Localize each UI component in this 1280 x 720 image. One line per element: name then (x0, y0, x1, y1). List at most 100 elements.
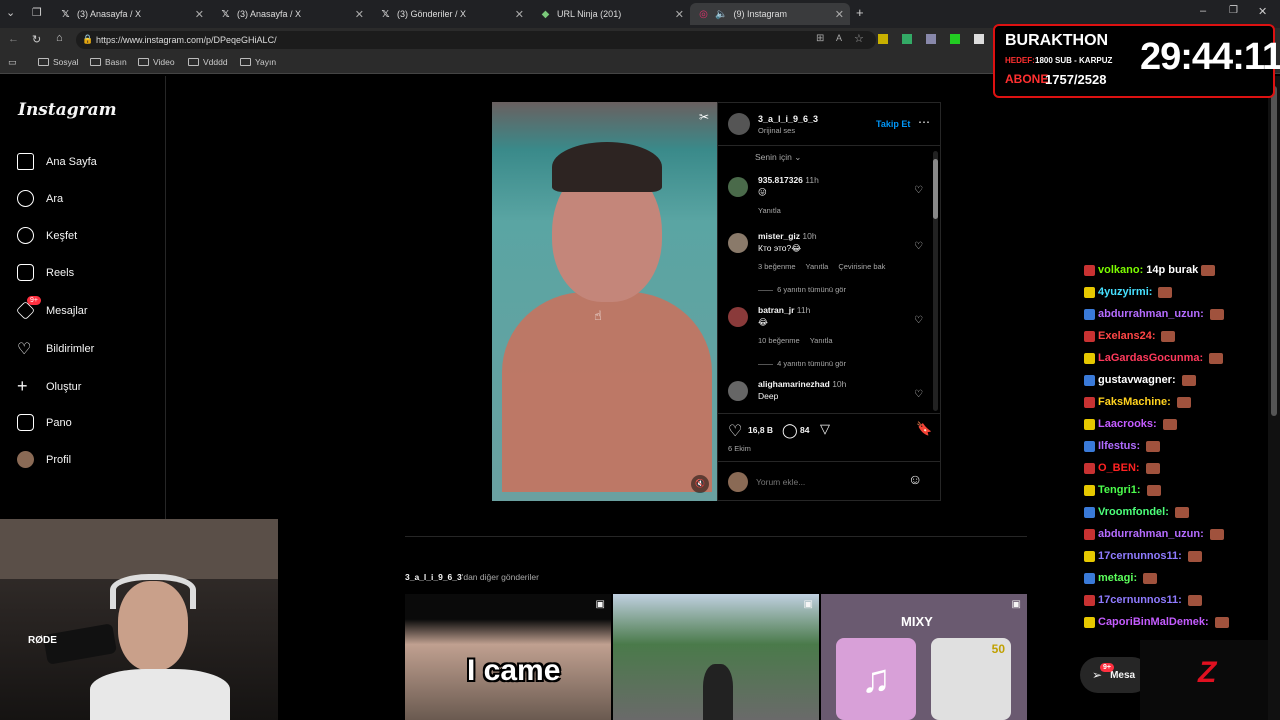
favorite-star-icon[interactable]: ☆ (854, 32, 864, 45)
reply-button[interactable]: Yanıtla (806, 262, 829, 271)
comment-input[interactable] (756, 475, 906, 489)
comment-icon[interactable]: ◯ (782, 422, 798, 439)
bookmark-folder[interactable]: Video (138, 57, 175, 67)
nav-profile[interactable]: Profil (17, 451, 71, 468)
follow-button[interactable]: Takip Et (876, 119, 910, 129)
likes-count[interactable]: 10 beğenme (758, 336, 800, 345)
read-aloud-icon[interactable]: A (836, 33, 842, 43)
like-icon[interactable]: ♡ (728, 421, 742, 441)
new-tab-icon[interactable]: + (856, 5, 864, 20)
home-icon[interactable]: ⌂ (56, 32, 63, 44)
avatar[interactable] (728, 113, 750, 135)
like-comment-icon[interactable]: ♡ (914, 241, 923, 252)
likes-count[interactable]: 3 beğenme (758, 262, 796, 271)
close-tab-icon[interactable]: ✕ (675, 8, 684, 21)
nav-search[interactable]: Ara (17, 190, 63, 207)
comment-user[interactable]: alighamarinezhad (758, 379, 830, 389)
reply-button[interactable]: Yanıtla (810, 336, 833, 345)
chat-username[interactable]: Vroomfondel: (1098, 506, 1169, 518)
more-posts-user[interactable]: 3_a_l_i_9_6_3 (405, 572, 462, 582)
post-thumbnail[interactable]: ▣ (613, 594, 819, 720)
comments-scrollbar[interactable] (933, 151, 938, 411)
nav-create[interactable]: + Oluştur (17, 376, 81, 397)
extension-icon[interactable] (950, 34, 960, 44)
close-window-icon[interactable]: ✕ (1258, 5, 1267, 18)
extension-icon[interactable] (974, 34, 984, 44)
chat-username[interactable]: 17cernunnos11: (1098, 550, 1182, 562)
avatar[interactable] (728, 307, 748, 327)
close-tab-icon[interactable]: ✕ (835, 8, 844, 21)
chat-username[interactable]: CaporiBinMalDemek: (1098, 616, 1209, 628)
original-audio[interactable]: Orijinal ses (758, 126, 795, 135)
restore-icon[interactable]: ❐ (1229, 5, 1238, 16)
chat-username[interactable]: Tengri1: (1098, 484, 1141, 496)
more-options-icon[interactable]: ⋯ (918, 115, 930, 129)
page-scrollbar[interactable] (1268, 76, 1280, 720)
post-video[interactable]: ✂ ☝ 🔇 (492, 102, 717, 501)
chat-username[interactable]: 17cernunnos11: (1098, 594, 1182, 606)
like-comment-icon[interactable]: ♡ (914, 389, 923, 400)
speaker-icon[interactable]: 🔈 (715, 9, 727, 20)
reply-button[interactable]: Yanıtla (758, 206, 933, 215)
nav-dashboard[interactable]: Pano (17, 414, 72, 431)
chat-username[interactable]: O_BEN: (1098, 462, 1140, 474)
chat-username[interactable]: Exelans24: (1098, 330, 1155, 342)
app-icon[interactable]: ⊞ (816, 33, 824, 44)
close-tab-icon[interactable]: ✕ (515, 8, 524, 21)
like-comment-icon[interactable]: ♡ (914, 185, 923, 196)
url-input[interactable]: 🔒 https://www.instagram.com/p/DPeqeGHiAL… (76, 31, 876, 49)
nav-messages[interactable]: 9+ Mesajlar (15, 296, 88, 321)
comment-user[interactable]: mister_giz (758, 231, 800, 241)
mute-icon[interactable]: 🔇 (691, 475, 709, 493)
view-replies[interactable]: —— 6 yanıtın tümünü gör (758, 285, 933, 294)
save-bookmark-icon[interactable]: 🔖 (916, 421, 932, 437)
avatar[interactable] (728, 233, 748, 253)
post-username[interactable]: 3_a_l_i_9_6_3 (758, 114, 818, 124)
extension-icon[interactable] (878, 34, 888, 44)
nav-notifications[interactable]: ♡ Bildirimler (17, 339, 94, 359)
bookmark-folder[interactable]: Sosyal (38, 57, 79, 67)
nav-explore[interactable]: Keşfet (17, 227, 77, 244)
view-replies[interactable]: —— 4 yanıtın tümünü gör (758, 359, 933, 368)
chat-username[interactable]: LaGardasGocunma: (1098, 352, 1203, 364)
reload-icon[interactable]: ↻ (32, 33, 41, 46)
back-icon[interactable]: ← (8, 33, 19, 45)
sort-dropdown[interactable]: Senin için ⌄ (755, 152, 801, 163)
like-count[interactable]: 16,8 B (748, 425, 773, 435)
extension-icon[interactable] (902, 34, 912, 44)
chat-username[interactable]: gustavwagner: (1098, 374, 1176, 386)
tab-x-posts[interactable]: 𝕏 (3) Gönderiler / X ✕ (372, 3, 530, 25)
chat-username[interactable]: metagi: (1098, 572, 1137, 584)
avatar[interactable] (728, 381, 748, 401)
tab-instagram[interactable]: ◎ 🔈 (9) Instagram ✕ (690, 3, 850, 25)
close-tab-icon[interactable]: ✕ (355, 8, 364, 21)
chat-username[interactable]: Laacrooks: (1098, 418, 1157, 430)
nav-reels[interactable]: Reels (17, 264, 74, 281)
sidebar-toggle-icon[interactable]: ▭ (8, 57, 17, 68)
bookmark-folder[interactable]: Basın (90, 57, 127, 67)
share-icon[interactable]: ▽ (820, 421, 830, 437)
close-tab-icon[interactable]: ✕ (195, 8, 204, 21)
chat-username[interactable]: 4yuzyirmi: (1098, 286, 1152, 298)
post-thumbnail[interactable]: ▣ I came (405, 594, 611, 720)
tab-x-home-1[interactable]: 𝕏 (3) Anasayfa / X ✕ (52, 3, 210, 25)
comment-user[interactable]: 935.817326 (758, 175, 803, 185)
chat-username[interactable]: volkano: (1098, 264, 1143, 276)
like-comment-icon[interactable]: ♡ (914, 315, 923, 326)
nav-home[interactable]: Ana Sayfa (17, 153, 97, 170)
tab-url-ninja[interactable]: ◆ URL Ninja (201) ✕ (532, 3, 690, 25)
comment-user[interactable]: batran_jr (758, 305, 794, 315)
instagram-logo[interactable]: Instagram (18, 100, 117, 120)
translate-button[interactable]: Çevirisine bak (838, 262, 885, 271)
workspaces-icon[interactable]: ❐ (32, 6, 42, 19)
avatar[interactable] (728, 177, 748, 197)
chat-username[interactable]: Ilfestus: (1098, 440, 1140, 452)
emoji-icon[interactable]: ☺ (908, 471, 922, 487)
extension-icon[interactable] (926, 34, 936, 44)
tab-x-home-2[interactable]: 𝕏 (3) Anasayfa / X ✕ (212, 3, 370, 25)
post-thumbnail[interactable]: ▣ MIXY ♫ 50 (821, 594, 1027, 720)
minimize-icon[interactable]: – (1200, 5, 1206, 17)
tab-actions-icon[interactable]: ⌄ (6, 6, 15, 19)
chat-username[interactable]: abdurrahman_uzun: (1098, 528, 1204, 540)
bookmark-folder[interactable]: Vdddd (188, 57, 228, 67)
